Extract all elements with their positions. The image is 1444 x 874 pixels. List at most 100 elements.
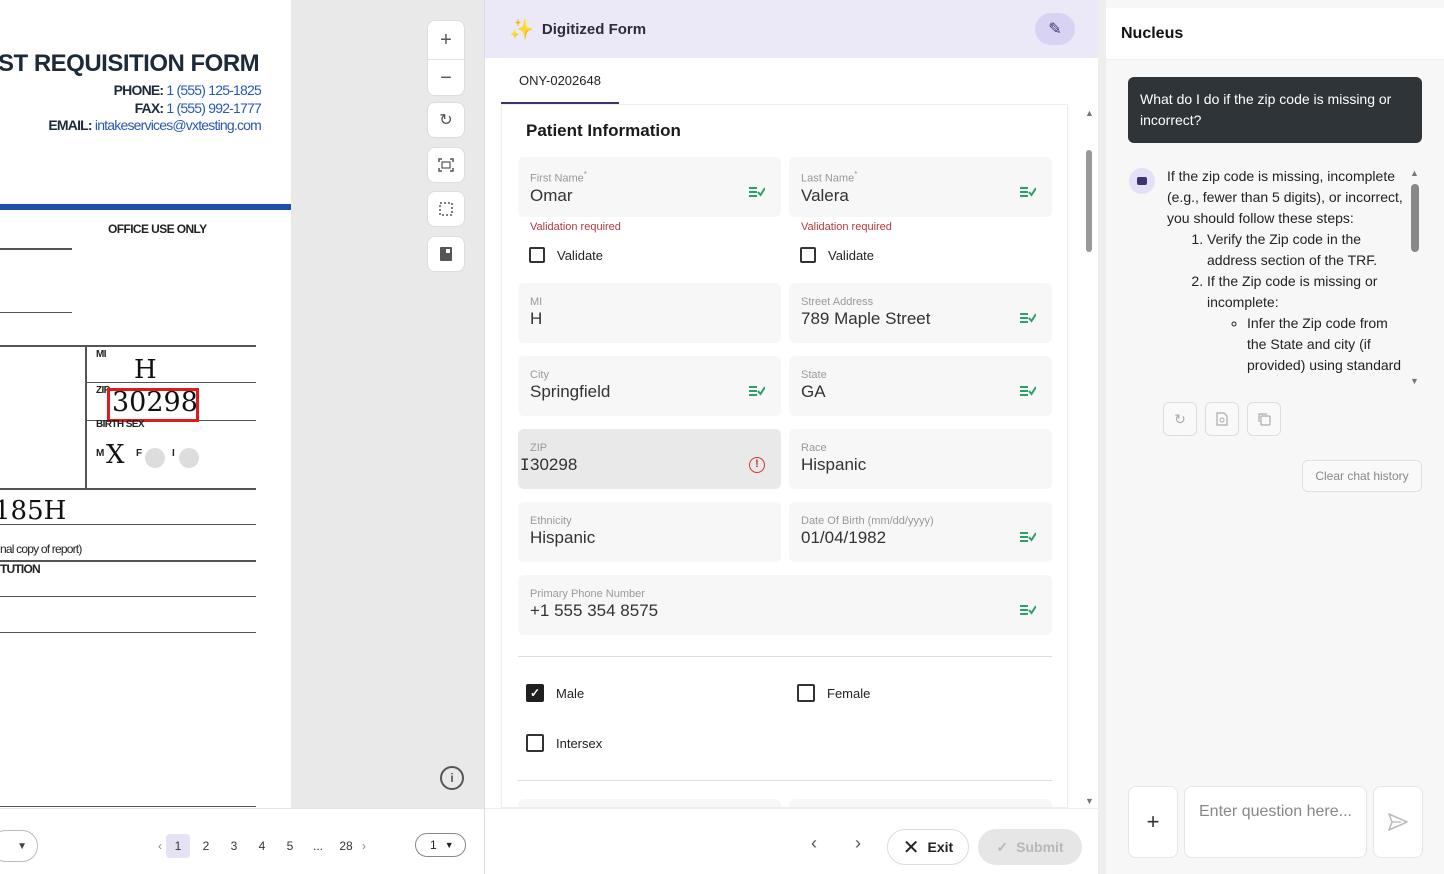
next-page-icon[interactable]: ›: [362, 839, 366, 853]
document-pager: ▼ ‹ 1 2 3 4 5 ... 28 ›: [0, 808, 484, 874]
chat-scrollbar[interactable]: ▲ ▼: [1410, 168, 1420, 390]
page-button[interactable]: 1: [166, 834, 190, 858]
first-name-validate-checkbox[interactable]: Validate: [529, 247, 603, 263]
checkbox[interactable]: [526, 734, 544, 752]
zoom-in-button[interactable]: +: [428, 21, 464, 59]
last-name-field[interactable]: Last Name* Valera: [789, 157, 1052, 217]
rotate-icon: ↻: [439, 112, 453, 129]
copy-button[interactable]: [1247, 402, 1281, 436]
page-select[interactable]: 1 ▼: [415, 833, 466, 857]
section-divider: [518, 780, 1052, 781]
checkbox-checked[interactable]: ✓: [526, 684, 544, 702]
bot-steps: Verify the Zip code in the address secti…: [1167, 229, 1407, 376]
page-button[interactable]: 5: [278, 834, 302, 858]
tab-requisition[interactable]: ONY-0202648: [501, 58, 619, 104]
select-area-button[interactable]: [427, 191, 465, 227]
document-viewer: ST REQUISITION FORM PHONE: 1 (555) 125-1…: [0, 0, 484, 808]
street-address-field[interactable]: Street Address 789 Maple Street: [789, 283, 1052, 343]
institution-label: TUTION: [0, 562, 41, 576]
dob-field[interactable]: Date Of Birth (mm/dd/yyyy) 01/04/1982: [789, 502, 1052, 562]
birth-sex-label: BIRTH SEX: [96, 419, 145, 430]
scroll-up-icon[interactable]: ▲: [1410, 168, 1419, 178]
source-button[interactable]: [1205, 402, 1239, 436]
clear-chat-button[interactable]: Clear chat history: [1302, 460, 1422, 492]
submit-label: Submit: [1016, 839, 1064, 855]
dob-label: Date Of Birth (mm/dd/yyyy): [801, 515, 934, 527]
office-use-label: OFFICE USE ONLY: [108, 222, 207, 236]
bot-intro: If the zip code is missing, incomplete (…: [1167, 168, 1403, 226]
state-label: State: [801, 369, 827, 381]
page-button[interactable]: 28: [334, 834, 358, 858]
last-name-validate-checkbox[interactable]: Validate: [800, 247, 874, 263]
question-input[interactable]: Enter question here...: [1184, 786, 1367, 858]
state-value: GA: [801, 382, 826, 401]
info-icon[interactable]: i: [440, 766, 464, 790]
phone-field[interactable]: Primary Phone Number +1 555 354 8575: [518, 575, 1052, 635]
fit-screen-button[interactable]: [427, 147, 465, 183]
phone-label: Primary Phone Number: [530, 588, 645, 600]
validate-label: Validate: [828, 247, 875, 263]
form-line: [85, 346, 87, 488]
dob-value: 01/04/1982: [801, 528, 887, 547]
next-record-icon[interactable]: ›: [855, 833, 861, 854]
last-name-label: Last Name*: [801, 170, 858, 185]
first-name-validation: Validation required: [530, 221, 621, 233]
form-footer: ‹ › ✕ Exit ✓ Submit: [485, 808, 1099, 874]
mi-field[interactable]: MI H: [518, 283, 781, 343]
edit-button[interactable]: ✎: [1035, 13, 1075, 45]
phone-value: +1 555 354 8575: [530, 601, 659, 620]
checkbox[interactable]: [797, 684, 815, 702]
exit-label: Exit: [927, 839, 954, 855]
first-name-field[interactable]: First Name* Omar: [518, 157, 781, 217]
zoom-out-button[interactable]: −: [428, 59, 464, 97]
rotate-button[interactable]: ↻: [427, 102, 465, 138]
form-header: ✨ Digitized Form ✎: [485, 0, 1099, 58]
page-button[interactable]: 3: [222, 834, 246, 858]
sex-male-checkbox[interactable]: ✓ Male: [526, 684, 584, 702]
form-scrollbar[interactable]: ▲ ▼: [1085, 104, 1094, 808]
document-divider: [0, 204, 291, 210]
send-button[interactable]: [1373, 786, 1423, 858]
scroll-down-icon[interactable]: ▼: [1410, 376, 1419, 386]
view-select[interactable]: ▼: [0, 830, 38, 862]
mi-value: H: [530, 309, 543, 328]
sparkle-icon: ✨: [509, 18, 534, 41]
attach-button[interactable]: +: [1128, 786, 1178, 858]
scroll-thumb[interactable]: [1086, 150, 1092, 252]
thumbnail-button[interactable]: [427, 236, 465, 272]
prev-page-icon[interactable]: ‹: [158, 839, 162, 853]
next-field-partial: [518, 799, 781, 807]
pagination: ‹ 1 2 3 4 5 ... 28 ›: [158, 834, 366, 858]
first-name-value: Omar: [530, 185, 573, 205]
state-field[interactable]: State GA: [789, 356, 1052, 416]
checkbox[interactable]: [529, 247, 545, 263]
submit-button[interactable]: ✓ Submit: [978, 829, 1082, 865]
scroll-thumb[interactable]: [1411, 184, 1419, 252]
copy-note: nal copy of report): [0, 542, 82, 556]
city-field[interactable]: City Springfield: [518, 356, 781, 416]
exit-button[interactable]: ✕ Exit: [887, 829, 969, 865]
verified-icon: [1020, 187, 1036, 197]
page-button[interactable]: 4: [250, 834, 274, 858]
form-line: [0, 248, 72, 250]
scroll-up-icon[interactable]: ▲: [1085, 108, 1094, 118]
sex-intersex-checkbox[interactable]: Intersex: [526, 734, 602, 752]
ethnicity-field[interactable]: Ethnicity Hispanic: [518, 502, 781, 562]
text-cursor-icon: I: [520, 455, 530, 474]
checkbox[interactable]: [800, 247, 816, 263]
prev-record-icon[interactable]: ‹: [811, 833, 817, 854]
zip-field[interactable]: ZIP 30298 !: [518, 429, 781, 489]
copy-icon: [1258, 413, 1271, 426]
race-field[interactable]: Race Hispanic: [789, 429, 1052, 489]
form-line: [86, 382, 256, 383]
page-ellipsis: ...: [312, 839, 323, 853]
close-icon: ✕: [902, 836, 920, 859]
scroll-down-icon[interactable]: ▼: [1085, 796, 1094, 806]
mi-label: MI: [530, 296, 543, 308]
document-title: ST REQUISITION FORM: [0, 50, 260, 77]
race-label: Race: [801, 442, 827, 454]
regenerate-button[interactable]: ↻: [1163, 402, 1197, 436]
document-fax: FAX: 1 (555) 992-1777: [134, 100, 262, 116]
page-button[interactable]: 2: [194, 834, 218, 858]
sex-female-checkbox[interactable]: Female: [797, 684, 870, 702]
